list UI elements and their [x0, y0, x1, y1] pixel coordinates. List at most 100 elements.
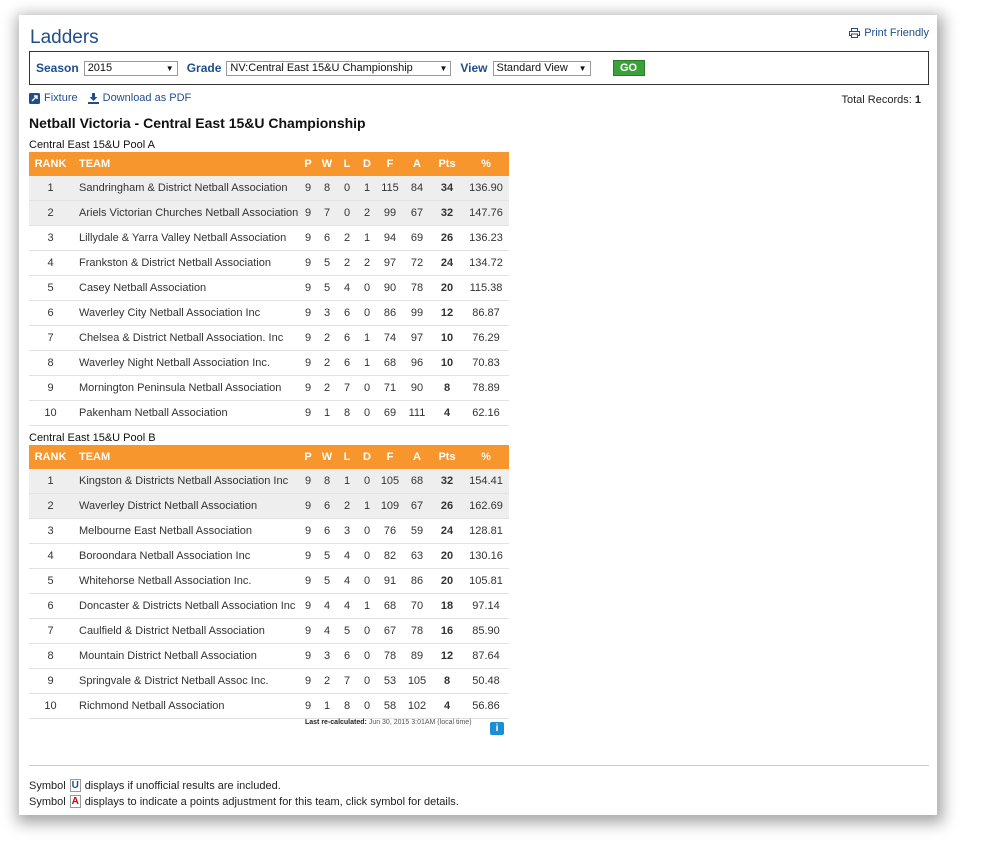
fixture-link[interactable]: Fixture: [29, 92, 78, 104]
column-header-drawn: D: [357, 445, 377, 469]
ladder-panel: Ladders Print Friendly Season 2015 ▼ Gra…: [19, 15, 937, 815]
percent-cell: 85.90: [463, 618, 509, 644]
download-pdf-link[interactable]: Download as PDF: [87, 92, 191, 104]
table-row: 9 Springvale & District Netball Assoc Inc…: [29, 668, 509, 694]
points-cell: 10: [431, 325, 463, 351]
for-cell: 109: [377, 493, 403, 519]
points-cell: 8: [431, 668, 463, 694]
points-cell: 10: [431, 350, 463, 376]
played-cell: 9: [299, 300, 317, 326]
against-cell: 78: [403, 275, 431, 301]
print-friendly-link[interactable]: Print Friendly: [849, 27, 929, 39]
team-cell[interactable]: Doncaster & Districts Netball Associatio…: [72, 593, 299, 619]
for-cell: 78: [377, 643, 403, 669]
team-cell[interactable]: Melbourne East Netball Association: [72, 518, 299, 544]
rank-cell: 5: [29, 568, 72, 594]
drawn-cell: 0: [357, 400, 377, 426]
for-cell: 58: [377, 693, 403, 719]
team-cell[interactable]: Springvale & District Netball Assoc Inc.: [72, 668, 299, 694]
won-cell: 4: [317, 618, 337, 644]
team-cell[interactable]: Pakenham Netball Association: [72, 400, 299, 426]
won-cell: 5: [317, 568, 337, 594]
drawn-cell: 0: [357, 518, 377, 544]
lost-cell: 8: [337, 693, 357, 719]
won-cell: 5: [317, 275, 337, 301]
table-row: 5 Casey Netball Association 9 5 4 0 90 78 20 115.…: [29, 275, 509, 301]
lost-cell: 4: [337, 275, 357, 301]
team-cell[interactable]: Lillydale & Yarra Valley Netball Associa…: [72, 225, 299, 251]
against-cell: 69: [403, 225, 431, 251]
against-cell: 89: [403, 643, 431, 669]
view-select[interactable]: Standard View ▼: [492, 60, 591, 76]
team-cell[interactable]: Kingston & Districts Netball Association…: [72, 469, 299, 494]
percent-cell: 128.81: [463, 518, 509, 544]
rank-cell: 6: [29, 593, 72, 619]
points-cell: 26: [431, 225, 463, 251]
team-cell[interactable]: Waverley District Netball Association: [72, 493, 299, 519]
played-cell: 9: [299, 325, 317, 351]
points-cell: 12: [431, 643, 463, 669]
team-cell[interactable]: Mornington Peninsula Netball Association: [72, 375, 299, 401]
against-cell: 105: [403, 668, 431, 694]
total-records: Total Records: 1: [842, 94, 922, 106]
download-icon: [87, 92, 99, 104]
team-cell[interactable]: Casey Netball Association: [72, 275, 299, 301]
table-row: 6 Doncaster & Districts Netball Associati…: [29, 593, 509, 619]
against-cell: 97: [403, 325, 431, 351]
go-button[interactable]: GO: [612, 60, 645, 76]
season-select[interactable]: 2015 ▼: [83, 60, 178, 76]
won-cell: 6: [317, 518, 337, 544]
team-cell[interactable]: Waverley City Netball Association Inc: [72, 300, 299, 326]
points-cell: 32: [431, 200, 463, 226]
grade-value: NV:Central East 15&U Championship: [230, 62, 413, 74]
grade-select[interactable]: NV:Central East 15&U Championship ▼: [226, 60, 452, 76]
percent-cell: 147.76: [463, 200, 509, 226]
played-cell: 9: [299, 518, 317, 544]
team-cell[interactable]: Sandringham & District Netball Associati…: [72, 176, 299, 201]
drawn-cell: 0: [357, 643, 377, 669]
team-cell[interactable]: Frankston & District Netball Association: [72, 250, 299, 276]
team-cell[interactable]: Richmond Netball Association: [72, 693, 299, 719]
won-cell: 5: [317, 250, 337, 276]
points-cell: 12: [431, 300, 463, 326]
drawn-cell: 0: [357, 618, 377, 644]
drawn-cell: 1: [357, 350, 377, 376]
total-records-label: Total Records:: [841, 94, 912, 106]
for-cell: 91: [377, 568, 403, 594]
against-cell: 63: [403, 543, 431, 569]
rank-cell: 3: [29, 518, 72, 544]
played-cell: 9: [299, 250, 317, 276]
team-cell[interactable]: Ariels Victorian Churches Netball Associ…: [72, 200, 299, 226]
won-cell: 4: [317, 593, 337, 619]
drawn-cell: 0: [357, 543, 377, 569]
team-cell[interactable]: Caulfield & District Netball Association: [72, 618, 299, 644]
table-row: 4 Frankston & District Netball Associatio…: [29, 250, 509, 276]
recalc-label: Last re-calculated:: [305, 719, 367, 726]
for-cell: 74: [377, 325, 403, 351]
team-cell[interactable]: Waverley Night Netball Association Inc.: [72, 350, 299, 376]
table-row: 1 Sandringham & District Netball Associat…: [29, 176, 509, 201]
against-cell: 86: [403, 568, 431, 594]
played-cell: 9: [299, 350, 317, 376]
points-cell: 4: [431, 693, 463, 719]
percent-cell: 115.38: [463, 275, 509, 301]
divider: [29, 765, 929, 766]
view-label: View: [460, 61, 488, 75]
team-cell[interactable]: Boroondara Netball Association Inc: [72, 543, 299, 569]
team-cell[interactable]: Chelsea & District Netball Association. …: [72, 325, 299, 351]
pool-a-title: Central East 15&U Pool A: [29, 139, 155, 151]
info-icon[interactable]: i: [490, 722, 504, 735]
drawn-cell: 0: [357, 300, 377, 326]
rank-cell: 2: [29, 493, 72, 519]
team-cell[interactable]: Mountain District Netball Association: [72, 643, 299, 669]
column-header-percent: %: [463, 152, 509, 176]
symbol-u-prefix: Symbol: [29, 779, 66, 792]
won-cell: 1: [317, 400, 337, 426]
team-cell[interactable]: Whitehorse Netball Association Inc.: [72, 568, 299, 594]
points-cell: 4: [431, 400, 463, 426]
season-value: 2015: [87, 62, 113, 74]
rank-cell: 10: [29, 400, 72, 426]
drawn-cell: 1: [357, 176, 377, 201]
against-cell: 78: [403, 618, 431, 644]
for-cell: 97: [377, 250, 403, 276]
